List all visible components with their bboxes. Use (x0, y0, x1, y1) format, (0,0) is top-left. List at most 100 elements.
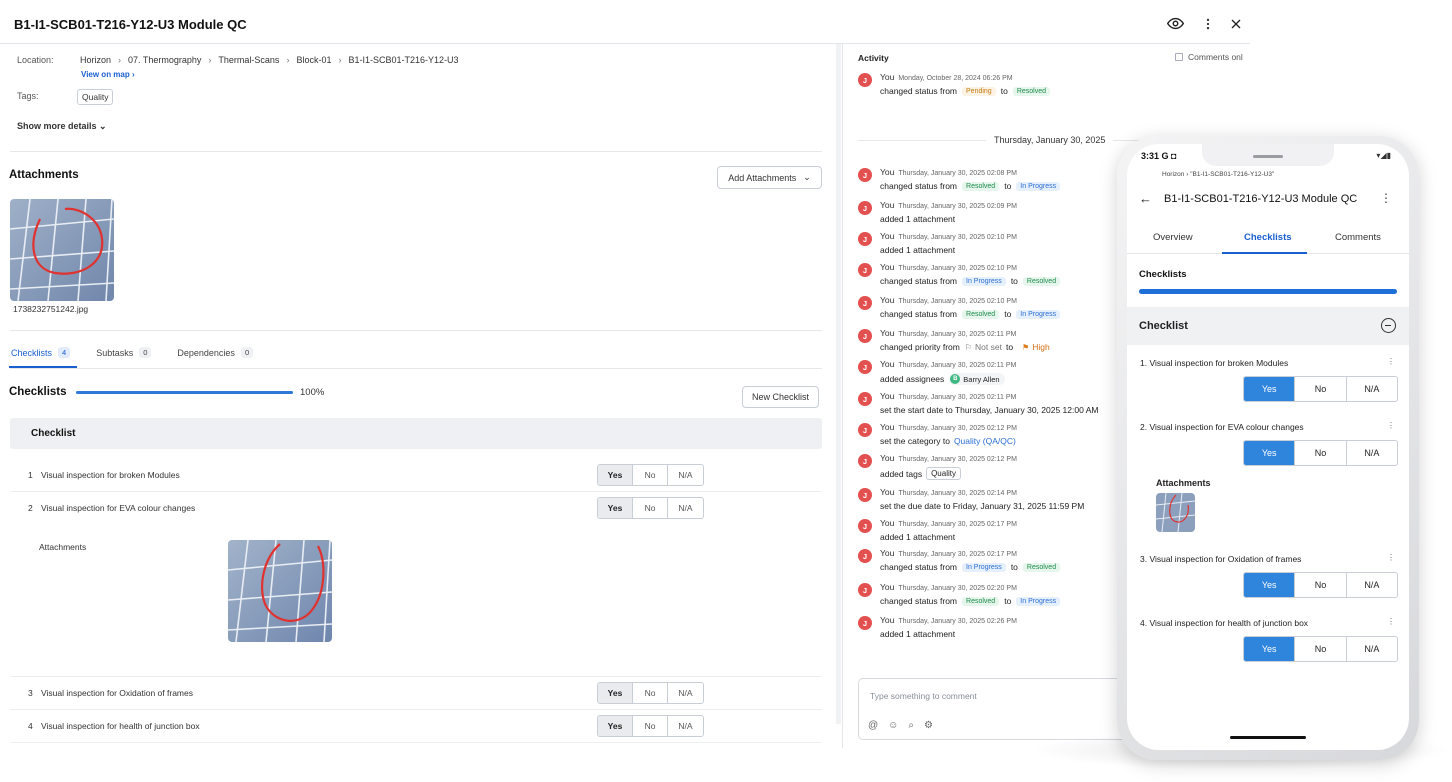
mobile-checklist-header[interactable]: Checklist (1127, 307, 1409, 345)
eye-icon[interactable] (1166, 14, 1184, 32)
activity-user: You (880, 262, 895, 272)
location-label: Location: (17, 55, 54, 65)
activity-timestamp: Thursday, January 30, 2025 02:08 PM (898, 170, 1017, 177)
activity-text: changed status from Resolved to In Progress (880, 309, 1065, 319)
avatar: J (858, 392, 872, 406)
task-header: B1-I1-SCB01-T216-Y12-U3 Module QC (0, 0, 1250, 44)
mobile-attachment-thumbnail[interactable] (1156, 493, 1195, 532)
status-badge: Resolved (962, 181, 1000, 191)
answer-na-button[interactable]: N/A (1347, 637, 1397, 661)
answer-yes-button[interactable]: Yes (1244, 377, 1296, 401)
status-bar-time: 3:31 G ◘ (1141, 151, 1177, 161)
answer-yes-button[interactable]: Yes (1244, 573, 1296, 597)
answer-yes-button[interactable]: Yes (598, 498, 633, 518)
status-badge: Resolved (962, 309, 1000, 319)
tab-dependencies[interactable]: Dependencies 0 (177, 347, 254, 358)
answer-yes-button[interactable]: Yes (598, 716, 633, 736)
item-number: 2 (28, 503, 33, 513)
breadcrumb-item[interactable]: B1-I1-SCB01-T216-Y12-U3 (348, 55, 458, 65)
mobile-tab-checklists[interactable]: Checklists (1244, 232, 1292, 243)
answer-yes-button[interactable]: Yes (598, 683, 633, 703)
mention-icon[interactable]: @ (868, 720, 878, 731)
tab-checklists[interactable]: Checklists 4 (11, 347, 71, 358)
answer-no-button[interactable]: No (1295, 637, 1347, 661)
item-attachment-thumbnail[interactable] (228, 540, 332, 642)
more-vertical-icon[interactable]: ⋮ (1387, 357, 1395, 366)
more-vertical-icon[interactable]: ⋮ (1387, 553, 1395, 562)
activity-meta: You Thursday, January 30, 2025 02:14 PM (880, 487, 1017, 497)
avatar: J (858, 519, 872, 533)
activity-entry: J You Monday, October 28, 2024 06:26 PM c… (858, 72, 1128, 102)
answer-na-button[interactable]: N/A (668, 716, 703, 736)
answer-na-button[interactable]: N/A (1347, 377, 1397, 401)
more-vertical-icon[interactable]: ⋮ (1387, 617, 1395, 626)
more-vertical-icon[interactable]: ⋮ (1387, 421, 1395, 430)
answer-segmented-control: Yes No N/A (597, 464, 704, 486)
answer-na-button[interactable]: N/A (668, 465, 703, 485)
answer-na-button[interactable]: N/A (1347, 573, 1397, 597)
add-attachments-button[interactable]: Add Attachments ⌄ (717, 166, 822, 189)
breadcrumb-item[interactable]: Horizon (80, 55, 111, 65)
answer-na-button[interactable]: N/A (1347, 441, 1397, 465)
close-icon[interactable] (1227, 15, 1245, 33)
detail-tabs: Checklists 4 Subtasks 0 Dependencies 0 (11, 347, 279, 358)
answer-yes-button[interactable]: Yes (598, 465, 633, 485)
activity-text: set the category to Quality (QA/QC) (880, 436, 1016, 446)
paperclip-icon[interactable]: ⌕ (908, 720, 914, 731)
mobile-attachments-label: Attachments (1156, 478, 1211, 488)
activity-entry: J You Thursday, January 30, 2025 02:14 PM… (858, 487, 1128, 517)
tab-count-badge: 0 (139, 347, 152, 358)
status-badge: In Progress (962, 276, 1006, 286)
panel-divider (842, 44, 843, 748)
view-on-map-label: View on map (81, 70, 130, 79)
page-title: B1-I1-SCB01-T216-Y12-U3 Module QC (14, 17, 247, 32)
show-more-details-button[interactable]: Show more details ⌄ (17, 121, 107, 132)
mobile-tab-overview[interactable]: Overview (1153, 232, 1193, 243)
answer-no-button[interactable]: No (1295, 573, 1347, 597)
view-on-map-link[interactable]: View on map › (81, 70, 135, 79)
activity-meta: You Thursday, January 30, 2025 02:09 PM (880, 200, 1017, 210)
answer-yes-button[interactable]: Yes (1244, 441, 1296, 465)
avatar: J (858, 168, 872, 182)
tag-chip[interactable]: Quality (77, 89, 114, 105)
answer-no-button[interactable]: No (633, 498, 668, 518)
attachment-thumbnail[interactable] (10, 199, 114, 301)
mobile-answer-control: Yes No N/A (1243, 636, 1398, 662)
tab-subtasks[interactable]: Subtasks 0 (96, 347, 152, 358)
answer-na-button[interactable]: N/A (668, 683, 703, 703)
breadcrumb-item[interactable]: 07. Thermography (128, 55, 201, 65)
breadcrumb-item[interactable]: Block-01 (296, 55, 331, 65)
activity-meta: You Thursday, January 30, 2025 02:11 PM (880, 391, 1016, 401)
activity-meta: You Thursday, January 30, 2025 02:12 PM (880, 453, 1017, 463)
more-vertical-icon[interactable]: ⋮ (1380, 191, 1392, 205)
item-text: Visual inspection for health of junction… (41, 721, 200, 731)
mobile-answer-control: Yes No N/A (1243, 572, 1398, 598)
new-checklist-button[interactable]: New Checklist (742, 386, 819, 408)
breadcrumb-item[interactable]: Thermal-Scans (218, 55, 279, 65)
answer-no-button[interactable]: No (633, 683, 668, 703)
divider (10, 368, 822, 369)
answer-no-button[interactable]: No (633, 716, 668, 736)
answer-yes-button[interactable]: Yes (1244, 637, 1296, 661)
answer-no-button[interactable]: No (1295, 377, 1347, 401)
left-scrollbar[interactable] (836, 44, 841, 724)
more-vertical-icon[interactable] (1199, 15, 1217, 33)
comments-only-checkbox[interactable]: Comments onl (1175, 52, 1243, 62)
mobile-breadcrumb-root[interactable]: Horizon (1162, 171, 1184, 178)
activity-user: You (880, 548, 895, 558)
activity-user: You (880, 359, 895, 369)
answer-no-button[interactable]: No (1295, 441, 1347, 465)
emoji-icon[interactable]: ☺ (888, 720, 898, 731)
mobile-tab-comments[interactable]: Comments (1335, 232, 1381, 243)
priority-to: High (1032, 342, 1050, 352)
activity-text: set the start date to Thursday, January … (880, 405, 1099, 415)
activity-entry: J You Thursday, January 30, 2025 02:11 PM… (858, 328, 1128, 358)
settings-icon[interactable]: ⚙ (924, 720, 933, 731)
back-arrow-icon[interactable]: ← (1139, 191, 1152, 206)
activity-entry: J You Thursday, January 30, 2025 02:17 PM… (858, 548, 1128, 578)
answer-no-button[interactable]: No (633, 465, 668, 485)
collapse-minus-icon[interactable] (1381, 318, 1396, 333)
checklist-progress-fill (76, 391, 293, 394)
answer-na-button[interactable]: N/A (668, 498, 703, 518)
tab-count-badge: 4 (58, 347, 71, 358)
